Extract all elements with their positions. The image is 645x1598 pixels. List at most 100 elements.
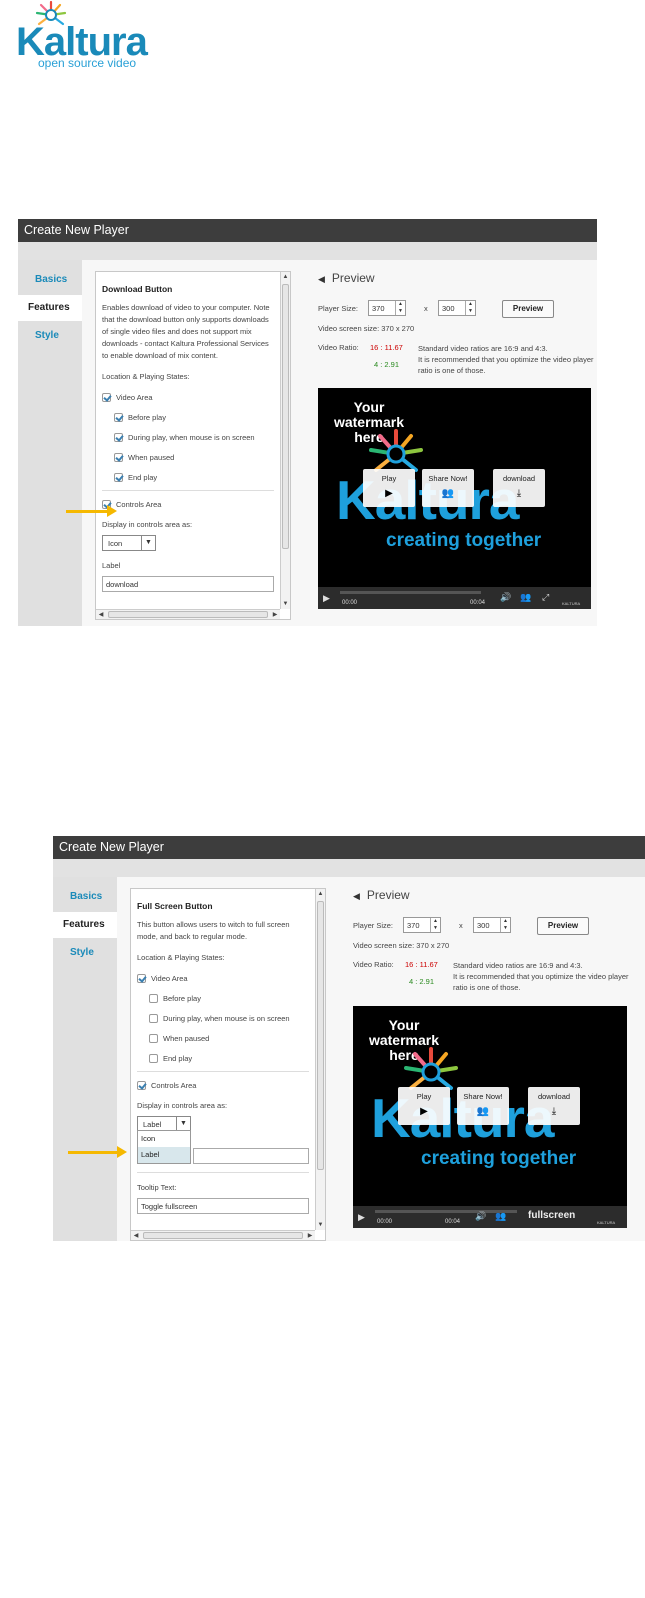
state-during-play[interactable]: During play, when mouse is on screen <box>102 427 274 447</box>
state-end-play[interactable]: End play <box>137 1048 309 1068</box>
nav-basics[interactable]: Basics <box>53 884 117 910</box>
width-input[interactable]: 370 ▲ ▼ <box>368 300 406 316</box>
controls-area-option[interactable]: Controls Area <box>137 1075 309 1095</box>
preview-button[interactable]: Preview <box>502 300 554 318</box>
progress-bar[interactable] <box>340 591 481 594</box>
logo-tagline: open source video <box>38 56 137 70</box>
state-before-play[interactable]: Before play <box>137 988 309 1008</box>
nav-features[interactable]: Features <box>53 912 117 938</box>
panel-toolbar-strip <box>18 242 597 260</box>
play-overlay-button[interactable]: Play ▶ <box>398 1087 450 1125</box>
scroll-thumb[interactable] <box>108 611 268 618</box>
dropdown-option-icon[interactable]: Icon <box>138 1131 190 1147</box>
panel-title: Create New Player <box>18 219 597 242</box>
vertical-scrollbar[interactable]: ▲ ▼ <box>315 889 325 1230</box>
checkbox[interactable] <box>137 1080 146 1090</box>
state-during-play[interactable]: During play, when mouse is on screen <box>137 1008 309 1028</box>
dropdown-option-label[interactable]: Label <box>138 1147 190 1163</box>
horizontal-scrollbar[interactable]: ◀ ▶ <box>131 1230 315 1240</box>
height-input[interactable]: 300 ▲ ▼ <box>473 917 511 933</box>
state-when-paused[interactable]: When paused <box>102 447 274 467</box>
spinner-icon[interactable]: ▲ ▼ <box>500 918 510 932</box>
display-dropdown-menu: Icon Label <box>137 1130 191 1164</box>
spinner-icon[interactable]: ▲ ▼ <box>430 918 440 932</box>
checkbox[interactable] <box>149 993 158 1003</box>
nav-style[interactable]: Style <box>53 940 117 966</box>
fullscreen-label-button[interactable]: fullscreen <box>528 1210 575 1221</box>
label-heading: Label <box>102 561 121 570</box>
people-icon[interactable]: 👥 <box>520 592 531 603</box>
checkbox[interactable] <box>114 432 123 442</box>
scroll-left-icon[interactable]: ◀ <box>131 1231 141 1240</box>
scroll-right-icon[interactable]: ▶ <box>305 1231 315 1240</box>
play-overlay-button[interactable]: Play ▶ <box>363 469 415 507</box>
nav-basics[interactable]: Basics <box>18 267 82 293</box>
preview-button[interactable]: Preview <box>537 917 589 935</box>
people-icon: 👥 <box>476 1106 490 1117</box>
divider <box>137 1071 309 1072</box>
preview-area: ◀ Preview Player Size: 370 ▲ ▼ x 300 ▲ ▼ Prev… <box>353 888 643 1241</box>
chevron-down-icon[interactable]: ▼ <box>176 1117 190 1131</box>
volume-icon[interactable]: 🔊 <box>500 592 511 603</box>
width-input[interactable]: 370 ▲ ▼ <box>403 917 441 933</box>
time-current: 00:00 <box>377 1219 393 1225</box>
scroll-thumb[interactable] <box>282 284 289 549</box>
horizontal-scrollbar[interactable]: ◀ ▶ <box>96 609 280 619</box>
nav-style[interactable]: Style <box>18 323 82 349</box>
ratio-label: Video Ratio: <box>318 343 359 352</box>
state-end-play[interactable]: End play <box>102 467 274 487</box>
preview-title[interactable]: ◀ Preview <box>318 271 375 285</box>
video-player[interactable]: Your watermark here K <box>318 388 591 609</box>
people-icon[interactable]: 👥 <box>495 1211 506 1222</box>
scroll-up-icon[interactable]: ▲ <box>281 272 290 282</box>
feature-settings-pane: Download Button Enables download of vide… <box>95 271 291 620</box>
scroll-thumb[interactable] <box>143 1232 303 1239</box>
volume-icon[interactable]: 🔊 <box>475 1211 486 1222</box>
chevron-down-icon[interactable]: ▼ <box>141 536 155 550</box>
height-input[interactable]: 300 ▲ ▼ <box>438 300 476 316</box>
checkbox[interactable] <box>149 1013 158 1023</box>
ratio-value: 16 : 11.67 <box>370 343 403 352</box>
checkbox[interactable] <box>102 392 111 402</box>
state-when-paused[interactable]: When paused <box>137 1028 309 1048</box>
video-area-option[interactable]: Video Area <box>137 968 309 988</box>
label-input[interactable]: download <box>102 576 274 592</box>
collapse-arrow-icon[interactable]: ◀ <box>318 274 325 285</box>
checkbox[interactable] <box>149 1033 158 1043</box>
create-player-panel-2: Create New Player Basics Features Style … <box>53 836 645 1241</box>
nav-features[interactable]: Features <box>18 295 82 321</box>
play-icon[interactable]: ▶ <box>323 593 330 604</box>
spinner-icon[interactable]: ▲ ▼ <box>395 301 405 315</box>
checkbox[interactable] <box>137 973 146 983</box>
checkbox[interactable] <box>114 452 123 462</box>
time-duration: 00:04 <box>470 600 486 606</box>
vertical-scrollbar[interactable]: ▲ ▼ <box>280 272 290 609</box>
download-overlay-button[interactable]: download ⤓ <box>493 469 545 507</box>
collapse-arrow-icon[interactable]: ◀ <box>353 891 360 902</box>
play-icon[interactable]: ▶ <box>358 1212 365 1223</box>
expand-icon[interactable]: ⤢ <box>542 592 549 603</box>
share-overlay-button[interactable]: Share Now! 👥 <box>457 1087 509 1125</box>
scroll-right-icon[interactable]: ▶ <box>270 610 280 619</box>
download-overlay-button[interactable]: download ⤓ <box>528 1087 580 1125</box>
side-nav: Basics Features Style <box>53 877 117 1241</box>
scroll-down-icon[interactable]: ▼ <box>281 599 290 609</box>
label-input[interactable] <box>193 1148 309 1164</box>
display-select[interactable]: Icon ▼ <box>102 535 156 551</box>
scroll-thumb[interactable] <box>317 901 324 1170</box>
controls-area-option[interactable]: Controls Area <box>102 494 274 514</box>
scroll-up-icon[interactable]: ▲ <box>316 889 325 899</box>
share-overlay-button[interactable]: Share Now! 👥 <box>422 469 474 507</box>
state-before-play[interactable]: Before play <box>102 407 274 427</box>
spinner-icon[interactable]: ▲ ▼ <box>465 301 475 315</box>
tooltip-input[interactable]: Toggle fullscreen <box>137 1198 309 1214</box>
checkbox[interactable] <box>114 412 123 422</box>
checkbox[interactable] <box>149 1053 158 1063</box>
checkbox[interactable] <box>114 472 123 482</box>
video-player[interactable]: Your watermark here K <box>353 1006 627 1228</box>
corner-brand: KALTURA <box>562 601 581 606</box>
video-area-option[interactable]: Video Area <box>102 387 274 407</box>
scroll-left-icon[interactable]: ◀ <box>96 610 106 619</box>
preview-title[interactable]: ◀ Preview <box>353 888 410 902</box>
scroll-down-icon[interactable]: ▼ <box>316 1220 325 1230</box>
